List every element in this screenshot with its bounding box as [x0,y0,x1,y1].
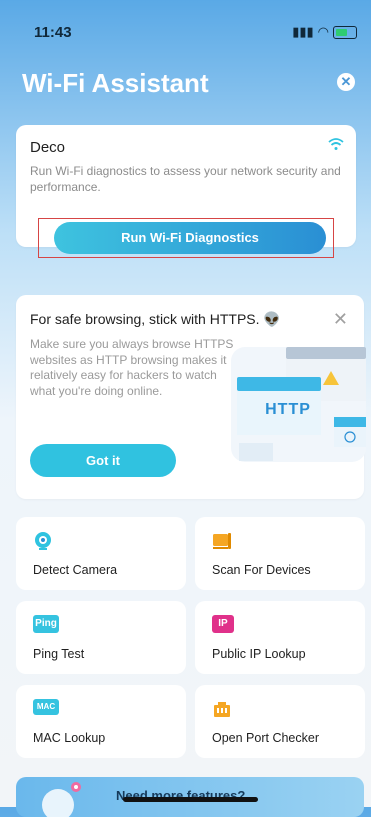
tool-tile-public-ip[interactable]: IP Public IP Lookup [195,601,365,674]
devices-icon [213,533,231,549]
ip-icon: IP [212,615,234,633]
wifi-icon [328,138,344,150]
close-button[interactable]: ✕ [337,73,355,91]
tool-label: MAC Lookup [33,731,106,745]
robot-icon [42,782,81,817]
ping-icon: Ping [33,615,59,633]
http-illustration-label: HTTP [265,401,311,418]
cellular-signal-icon: ▮▮▮ [292,24,314,39]
tool-tile-ping-test[interactable]: Ping Ping Test [16,601,186,674]
alien-icon: 👽 [263,311,281,327]
run-diagnostics-button[interactable]: Run Wi-Fi Diagnostics [54,222,326,254]
tool-tile-detect-camera[interactable]: Detect Camera [16,517,186,590]
tool-tile-open-port[interactable]: Open Port Checker [195,685,365,758]
status-time: 11:43 [34,24,72,41]
deco-description: Run Wi-Fi diagnostics to assess your net… [30,164,341,194]
got-it-button[interactable]: Got it [30,444,176,477]
tool-label: Public IP Lookup [212,647,306,661]
tool-tile-mac-lookup[interactable]: MAC MAC Lookup [16,685,186,758]
mac-badge-text: MAC [36,702,56,711]
device-name: Deco [30,139,66,156]
https-tip-title-text: For safe browsing, stick with HTTPS. [30,311,260,327]
https-tip-title: For safe browsing, stick with HTTPS. 👽 [30,311,281,328]
battery-icon [333,25,357,39]
home-indicator [123,797,258,802]
status-bar: 11:43 ▮▮▮ ◠ [0,0,371,44]
mac-icon: MAC [33,699,59,715]
ping-badge-text: Ping [35,618,57,629]
dismiss-tip-button[interactable]: ✕ [333,309,348,330]
page-title: Wi-Fi Assistant [22,68,209,98]
tool-label: Open Port Checker [212,731,319,745]
port-icon [214,702,230,717]
tool-tile-scan-devices[interactable]: Scan For Devices [195,517,365,590]
camera-icon [35,532,51,550]
system-icons: ▮▮▮ ◠ [292,24,357,40]
deco-card: Deco Run Wi-Fi diagnostics to assess you… [16,125,356,258]
tool-label: Scan For Devices [212,563,311,577]
https-tip-card: For safe browsing, stick with HTTPS. 👽 ✕… [16,295,366,499]
tool-label: Ping Test [33,647,85,661]
https-tip-description: Make sure you always browse HTTPS websit… [30,337,234,398]
wifi-status-icon: ◠ [317,24,329,39]
ip-badge-text: IP [218,618,228,629]
tool-label: Detect Camera [33,563,118,577]
